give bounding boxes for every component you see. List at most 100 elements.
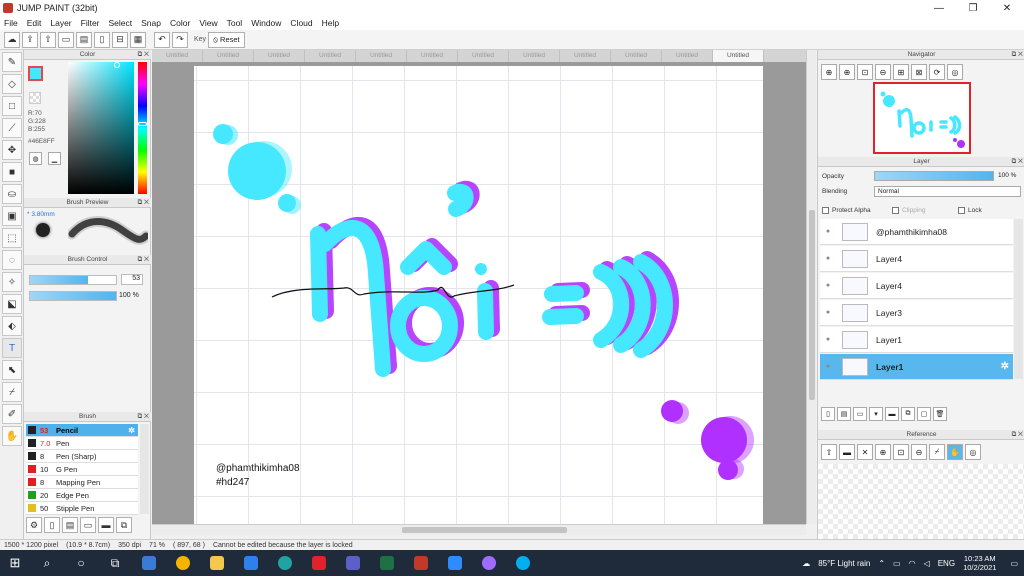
export-icon[interactable]: ⇪	[22, 31, 38, 48]
move-tool-icon[interactable]: ✥	[2, 140, 22, 160]
operation-tool-icon[interactable]: ⬉	[2, 360, 22, 380]
new-layer-alt-icon[interactable]: ▤	[837, 407, 851, 421]
document-tab[interactable]: Untitled	[356, 50, 407, 62]
file-explorer-icon[interactable]	[200, 550, 234, 576]
lasso-tool-icon[interactable]: ◌	[2, 250, 22, 270]
menu-view[interactable]: View	[199, 18, 217, 28]
search-icon[interactable]: ⌕	[30, 550, 64, 576]
layer-item[interactable]: ● Layer1	[820, 327, 1013, 353]
select-eraser-tool-icon[interactable]: ⬖	[2, 316, 22, 336]
copy-brush-icon[interactable]: ⧉	[116, 517, 132, 533]
fit-icon[interactable]: ⊡	[857, 64, 873, 80]
wifi-icon[interactable]: ◠	[909, 559, 916, 568]
hand-tool-icon[interactable]: ✋	[2, 426, 22, 446]
magic-wand-tool-icon[interactable]: ✧	[2, 272, 22, 292]
blending-select[interactable]: Normal	[874, 186, 1021, 197]
brush-opacity-slider[interactable]	[29, 291, 117, 301]
document-icon[interactable]: ▯	[94, 31, 110, 48]
document-tab[interactable]: Untitled	[611, 50, 662, 62]
brush-item[interactable]: 7.0 Pen	[26, 437, 138, 450]
windows-start-icon[interactable]: ⊞	[0, 555, 30, 571]
folder-icon[interactable]: ▬	[98, 517, 114, 533]
chrome-icon[interactable]	[166, 550, 200, 576]
canvas-paper[interactable]: @phamthikimha08 #hd247	[194, 66, 763, 524]
reset-button[interactable]: ⦸ Reset	[208, 31, 245, 48]
store-icon[interactable]	[132, 550, 166, 576]
brush-size-value[interactable]: 53	[121, 274, 143, 285]
layer-item[interactable]: ● Layer4	[820, 246, 1013, 272]
reference-eyedropper-icon[interactable]: ⌿	[929, 444, 945, 460]
clock[interactable]: 10:23 AM 10/2/2021	[963, 554, 996, 572]
horizontal-scroll-thumb[interactable]	[402, 527, 567, 533]
reference-upload-icon[interactable]: ⇧	[821, 444, 837, 460]
skype-icon[interactable]	[506, 550, 540, 576]
primary-color-swatch[interactable]	[28, 66, 43, 81]
navigator-thumbnail[interactable]	[873, 82, 971, 154]
layer-visibility-icon[interactable]: ●	[820, 336, 836, 343]
document-tab[interactable]: Untitled	[407, 50, 458, 62]
document-tab[interactable]: Untitled	[458, 50, 509, 62]
reference-reset-icon[interactable]: ◎	[965, 444, 981, 460]
menu-color[interactable]: Color	[170, 18, 190, 28]
reference-close-icon[interactable]: ✕	[857, 444, 873, 460]
layer-visibility-icon[interactable]: ●	[820, 363, 836, 370]
menu-help[interactable]: Help	[322, 18, 339, 28]
eyedropper-tool-icon[interactable]: ⌿	[2, 382, 22, 402]
filter-icon[interactable]: ⊟	[112, 31, 128, 48]
brush-item[interactable]: 50 Stipple Pen	[26, 502, 138, 515]
menu-tool[interactable]: Tool	[227, 18, 243, 28]
select-rect-tool-icon[interactable]: ⬚	[2, 228, 22, 248]
app-icon-red[interactable]	[302, 550, 336, 576]
reference-canvas[interactable]	[818, 464, 1024, 539]
color-wheel-icon[interactable]: ◍	[29, 152, 42, 165]
zoom-in-alt-icon[interactable]: ⊕	[839, 64, 855, 80]
new-folder-icon[interactable]: ▬	[885, 407, 899, 421]
teams-icon[interactable]	[336, 550, 370, 576]
document-tab[interactable]: Untitled	[305, 50, 356, 62]
zoom-in-icon[interactable]: ⊕	[821, 64, 837, 80]
reference-zoom-in-icon[interactable]: ⊕	[875, 444, 891, 460]
layer-item[interactable]: ● Layer3	[820, 300, 1013, 326]
menu-file[interactable]: File	[4, 18, 18, 28]
menu-window[interactable]: Window	[251, 18, 281, 28]
document-tab[interactable]: Untitled	[152, 50, 203, 62]
layer-list-scrollbar[interactable]	[1014, 219, 1023, 379]
menu-filter[interactable]: Filter	[81, 18, 100, 28]
close-button[interactable]: ✕	[990, 3, 1024, 14]
layer-settings-gear-icon[interactable]: ✲	[1001, 361, 1009, 372]
brush-item[interactable]: 8 Pen (Sharp)	[26, 450, 138, 463]
reference-zoom-out-icon[interactable]: ⊖	[911, 444, 927, 460]
layer-item[interactable]: ● Layer1 ✲	[820, 354, 1013, 380]
zoom-out-icon[interactable]: ⊖	[875, 64, 891, 80]
canvas-area[interactable]: @phamthikimha08 #hd247	[152, 62, 806, 524]
reference-fit-icon[interactable]: ⊡	[893, 444, 909, 460]
layer-menu-icon[interactable]: ▾	[869, 407, 883, 421]
maximize-button[interactable]: ❐	[956, 3, 990, 14]
layer-item[interactable]: ● Layer4	[820, 273, 1013, 299]
edge-icon[interactable]	[268, 550, 302, 576]
language-indicator[interactable]: ENG	[938, 559, 955, 568]
merge-layer-icon[interactable]: ⧉	[901, 407, 915, 421]
task-view-icon[interactable]: ⧉	[98, 550, 132, 576]
fill-rect-tool-icon[interactable]: ■	[2, 162, 22, 182]
menu-select[interactable]: Select	[109, 18, 133, 28]
document-tab[interactable]: Untitled	[662, 50, 713, 62]
brush-settings-gear-icon[interactable]: ✲	[128, 426, 135, 435]
actual-size-icon[interactable]: ⊞	[893, 64, 909, 80]
transparent-color-swatch[interactable]	[29, 92, 41, 104]
document-tab-active[interactable]: Untitled	[713, 50, 764, 62]
protect-alpha-checkbox[interactable]: Protect Alpha	[822, 207, 871, 214]
layer-item[interactable]: ● @phamthikimha08	[820, 219, 1013, 245]
horizontal-scrollbar[interactable]	[152, 524, 806, 535]
vertical-scrollbar[interactable]	[806, 50, 816, 524]
redo-icon[interactable]: ↷	[172, 31, 188, 48]
display-icon[interactable]: ▤	[76, 31, 92, 48]
messenger-icon[interactable]	[472, 550, 506, 576]
undo-icon[interactable]: ↶	[154, 31, 170, 48]
excel-icon[interactable]	[370, 550, 404, 576]
delete-layer-icon[interactable]: 🗑	[933, 407, 947, 421]
reference-open-icon[interactable]: ▬	[839, 444, 855, 460]
brush-list-scrollbar[interactable]	[140, 424, 149, 514]
lock-checkbox[interactable]: Lock	[958, 207, 982, 214]
rectangle-tool-icon[interactable]: □	[2, 96, 22, 116]
